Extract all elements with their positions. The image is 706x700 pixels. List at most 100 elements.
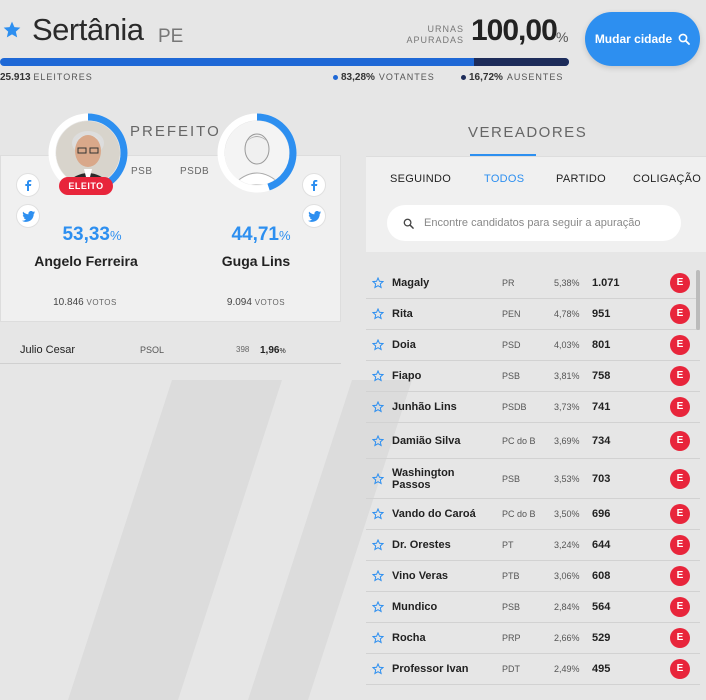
facebook-icon <box>25 180 32 191</box>
vereador-name: Dr. Orestes <box>392 539 451 551</box>
candidate-party-2: PSDB <box>180 166 210 177</box>
follow-star-icon[interactable] <box>372 339 384 351</box>
elected-badge: E <box>670 397 690 417</box>
vereador-party: PC do B <box>502 509 536 519</box>
elected-badge: E <box>670 468 690 489</box>
vereador-row[interactable]: Washington Passos PSB 3,53% 703 E <box>366 459 700 499</box>
follow-star-icon[interactable] <box>372 401 384 413</box>
vereador-pct: 5,38% <box>554 278 580 288</box>
follow-star-icon[interactable] <box>372 472 384 485</box>
vereador-row[interactable]: Fiapo PSB 3,81% 758 E <box>366 361 700 392</box>
city-header: Sertânia PE URNAS APURADAS 100,00 % Muda… <box>0 0 706 92</box>
vereador-row[interactable]: Vando do Caroá PC do B 3,50% 696 E <box>366 499 700 530</box>
votantes-label: VOTANTES <box>378 72 435 82</box>
vereador-votes: 564 <box>592 601 611 613</box>
ausentes-stat: 16,72% AUSENTES <box>461 72 563 83</box>
vereador-row[interactable]: Mundico PSB 2,84% 564 E <box>366 592 700 623</box>
change-city-button[interactable]: Mudar cidade <box>585 12 700 66</box>
vereador-row[interactable]: Magaly PR 5,38% 1.071 E <box>366 268 700 299</box>
vereador-name: Washington Passos <box>392 466 455 491</box>
elected-badge: E <box>670 535 690 555</box>
tab-todos[interactable]: TODOS <box>484 173 524 185</box>
vereador-row[interactable]: Professor Ivan PDT 2,49% 495 E <box>366 654 700 685</box>
follow-star-icon[interactable] <box>372 308 384 320</box>
other-candidate-pct-sign: % <box>279 348 286 355</box>
follow-star-icon[interactable] <box>372 370 384 382</box>
vereador-party: PEN <box>502 309 521 319</box>
favorite-star-icon[interactable] <box>2 20 22 40</box>
vereador-name: Rocha <box>392 632 426 644</box>
other-candidate-name: Julio Cesar <box>20 344 76 356</box>
candidate-pct-sign-2: % <box>278 228 291 243</box>
vereador-pct: 3,69% <box>554 435 580 446</box>
state-abbr: PE <box>158 26 184 47</box>
apuradas-percentage: 100,00 <box>471 14 558 47</box>
follow-star-icon[interactable] <box>372 632 384 644</box>
vereador-name: Damião Silva <box>392 434 461 447</box>
vereador-party: PC do B <box>502 435 536 446</box>
follow-star-icon[interactable] <box>372 539 384 551</box>
ausentes-pct: 16,72% <box>469 72 503 83</box>
vereador-name: Vando do Caroá <box>392 508 476 520</box>
follow-star-icon[interactable] <box>372 663 384 675</box>
search-icon <box>403 218 414 229</box>
eleitores-count: 25.913 <box>0 72 31 83</box>
other-candidate-party: PSOL <box>140 345 165 355</box>
candidate-pct-1: 53,33% <box>27 224 157 246</box>
follow-star-icon[interactable] <box>372 508 384 520</box>
vereador-pct: 2,84% <box>554 602 580 612</box>
candidate-votes-value-2: 9.094 <box>226 297 252 308</box>
vereador-row[interactable]: Doia PSD 4,03% 801 E <box>366 330 700 361</box>
candidate-search-input[interactable] <box>424 217 674 229</box>
twitter-icon <box>307 210 321 222</box>
vereador-name: Rita <box>392 308 413 320</box>
ausentes-label: AUSENTES <box>506 72 564 82</box>
vereador-pct: 2,49% <box>554 664 580 674</box>
vereador-votes: 495 <box>592 663 611 675</box>
vereador-pct: 3,24% <box>554 540 580 550</box>
votantes-dot <box>333 74 338 80</box>
vereador-party: PDT <box>502 664 520 674</box>
candidate-votes-label-2: VOTOS <box>254 298 286 307</box>
other-candidate-pct-value: 1,96 <box>260 345 280 356</box>
follow-star-icon[interactable] <box>372 277 384 289</box>
vereador-pct: 3,06% <box>554 571 580 581</box>
follow-star-icon[interactable] <box>372 601 384 613</box>
vereador-party: PT <box>502 540 514 550</box>
tab-partido[interactable]: PARTIDO <box>556 173 606 185</box>
candidate-search <box>387 205 681 241</box>
vereador-row[interactable]: Dr. Orestes PT 3,24% 644 E <box>366 530 700 561</box>
elected-badge: E <box>670 566 690 586</box>
tab-coligacao[interactable]: COLIGAÇÃO <box>633 173 701 185</box>
vereador-votes: 696 <box>592 508 611 520</box>
list-scrollbar[interactable] <box>696 270 700 330</box>
urnas-apuradas-label: URNAS APURADAS <box>406 24 464 45</box>
vereador-row[interactable]: Junhão Lins PSDB 3,73% 741 E <box>366 392 700 423</box>
absent-bar-segment <box>473 58 569 66</box>
vereador-row[interactable]: Rita PEN 4,78% 951 E <box>366 299 700 330</box>
vereador-row[interactable]: Damião Silva PC do B 3,69% 734 E <box>366 423 700 459</box>
facebook-share-button-2[interactable] <box>302 173 326 197</box>
ausentes-dot <box>461 74 466 80</box>
vereador-name: Vino Veras <box>392 570 449 582</box>
candidate-photo-2 <box>225 121 289 185</box>
candidate-avatar-2[interactable] <box>217 113 297 193</box>
elected-badge: ELEITO <box>59 177 113 195</box>
facebook-share-button-1[interactable] <box>16 173 40 197</box>
follow-star-icon[interactable] <box>372 434 384 447</box>
apuradas-percent-sign: % <box>556 29 569 45</box>
candidate-votes-1: 10.846 VOTOS <box>25 297 145 308</box>
candidate-pct-value-2: 44,71 <box>231 224 279 245</box>
candidate-pct-2: 44,71% <box>196 224 326 246</box>
search-icon <box>678 33 691 45</box>
elected-badge: E <box>670 628 690 648</box>
follow-star-icon[interactable] <box>372 570 384 582</box>
eleitores-label: ELEITORES <box>33 72 93 82</box>
candidate-votes-value-1: 10.846 <box>53 297 84 308</box>
tab-seguindo[interactable]: SEGUINDO <box>390 173 451 185</box>
vereador-votes: 703 <box>592 472 611 485</box>
votantes-stat: 83,28% VOTANTES <box>333 72 435 83</box>
vereador-row[interactable]: Vino Veras PTB 3,06% 608 E <box>366 561 700 592</box>
vereador-row[interactable]: Rocha PRP 2,66% 529 E <box>366 623 700 654</box>
vereador-name: Junhão Lins <box>392 401 457 413</box>
